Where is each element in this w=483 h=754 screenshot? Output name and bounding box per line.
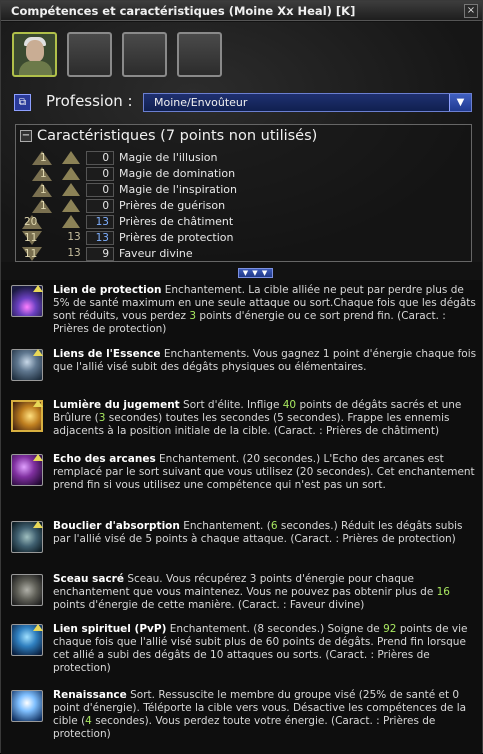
upgrade-icon (33, 349, 43, 356)
attribute-value: 0 (86, 183, 114, 197)
profession-dropdown[interactable]: Moine/Envoûteur ▼ (143, 93, 472, 112)
protective-bond-icon[interactable] (11, 285, 43, 317)
portrait-face (26, 40, 44, 62)
upgrade-icon (33, 624, 43, 631)
skill-item[interactable]: Liens de l'Essence Enchantements. Vous g… (1, 346, 482, 396)
attribute-rank[interactable]: 11 (22, 247, 62, 261)
attribute-row: 1 0 Magie de l'inspiration (16, 182, 471, 198)
skill-item[interactable]: Lien spirituel (PvP) Enchantement. (8 se… (1, 621, 482, 679)
attribute-base: 13 (67, 231, 81, 243)
attribute-name: Magie de domination (119, 167, 236, 180)
skill-description: Echo des arcanes Enchantement. (20 secon… (53, 453, 475, 491)
attribute-value: 13 (86, 215, 114, 229)
attribute-rank[interactable]: 11 (22, 231, 62, 245)
collapse-toggle[interactable]: − (20, 130, 32, 142)
skill-item[interactable]: Bouclier d'absorption Enchantement. (6 s… (1, 518, 482, 564)
skill-item[interactable]: Renaissance Sort. Ressuscite le membre d… (1, 687, 482, 745)
hero-slot-2[interactable] (122, 32, 167, 77)
close-button[interactable]: × (464, 4, 478, 18)
skill-description: Liens de l'Essence Enchantements. Vous g… (53, 348, 477, 373)
expand-button[interactable]: ▼ ▼ ▼ (238, 268, 273, 278)
upgrade-icon (33, 400, 43, 407)
arcane-echo-icon[interactable] (11, 454, 43, 486)
skill-description: Lien spirituel (PvP) Enchantement. (8 se… (53, 623, 468, 674)
profession-selected: Moine/Envoûteur (154, 96, 248, 109)
title-bar[interactable]: Compétences et caractéristiques (Moine X… (1, 1, 482, 21)
attribute-rank[interactable]: 20 (22, 215, 62, 229)
increase-arrow-icon[interactable] (62, 151, 80, 164)
skill-item[interactable]: Echo des arcanes Enchantement. (20 secon… (1, 451, 482, 511)
skill-name: Liens de l'Essence (53, 348, 161, 360)
skill-list: Lien de protection Enchantement. La cibl… (1, 280, 482, 754)
upgrade-icon (33, 521, 43, 528)
skill-name: Bouclier d'absorption (53, 520, 180, 532)
resurrection-icon[interactable] (11, 690, 43, 722)
attribute-row: 20 13 Prières de châtiment (16, 214, 471, 230)
attribute-rank[interactable]: 1 (22, 167, 62, 181)
attribute-value: 0 (86, 151, 114, 165)
shield-icon[interactable] (11, 521, 43, 553)
attribute-value: 9 (86, 247, 114, 261)
upgrade-icon (33, 454, 43, 461)
attribute-rank[interactable]: 1 (22, 183, 62, 197)
attribute-row: 1 0 Magie de l'illusion (16, 150, 471, 166)
skill-item[interactable]: Lumière du jugement Sort d'élite. Inflig… (1, 397, 482, 447)
skill-name: Lien de protection (53, 284, 162, 296)
attribute-base: 13 (67, 247, 81, 259)
attribute-rank[interactable]: 1 (22, 199, 62, 213)
skill-name: Renaissance (53, 689, 127, 701)
skill-description: Lien de protection Enchantement. La cibl… (53, 284, 476, 335)
hero-slot-1[interactable] (67, 32, 112, 77)
upgrade-icon (33, 285, 43, 292)
attribute-name: Prières de protection (119, 231, 234, 244)
holy-veil-icon[interactable] (11, 574, 43, 606)
attribute-name: Prières de guérison (119, 199, 226, 212)
window-title: Compétences et caractéristiques (Moine X… (11, 4, 356, 18)
attribute-value: 0 (86, 167, 114, 181)
attribute-value: 0 (86, 199, 114, 213)
attribute-name: Magie de l'inspiration (119, 183, 237, 196)
increase-arrow-icon[interactable] (62, 215, 80, 228)
skills-window: Compétences et caractéristiques (Moine X… (0, 0, 483, 754)
increase-arrow-icon[interactable] (62, 183, 80, 196)
profession-label: Profession : (46, 92, 133, 110)
skill-item[interactable]: Lien de protection Enchantement. La cibl… (1, 282, 482, 340)
chevron-down-icon[interactable]: ▼ (449, 94, 471, 111)
character-portrait[interactable] (12, 32, 57, 77)
attribute-row: 1 0 Prières de guérison (16, 198, 471, 214)
increase-arrow-icon[interactable] (62, 167, 80, 180)
skill-description: Lumière du jugement Sort d'élite. Inflig… (53, 399, 462, 437)
attributes-header: − Caractéristiques (7 points non utilisé… (20, 128, 317, 144)
hero-portrait-bar (12, 32, 222, 77)
attribute-name: Prières de châtiment (119, 215, 234, 228)
skill-description: Sceau sacré Sceau. Vous récupérez 3 poin… (53, 573, 450, 611)
essence-bond-icon[interactable] (11, 349, 43, 381)
attribute-value: 13 (86, 231, 114, 245)
skill-description: Renaissance Sort. Ressuscite le membre d… (53, 689, 467, 740)
skill-name: Lien spirituel (PvP) (53, 623, 167, 635)
skill-description: Bouclier d'absorption Enchantement. (6 s… (53, 520, 463, 545)
attribute-row: 11 13 9 Faveur divine (16, 246, 471, 262)
skill-item[interactable]: Sceau sacré Sceau. Vous récupérez 3 poin… (1, 571, 482, 617)
attribute-row: 11 13 13 Prières de protection (16, 230, 471, 246)
skill-name: Echo des arcanes (53, 453, 156, 465)
portrait-body (19, 61, 52, 75)
attributes-panel: − Caractéristiques (7 points non utilisé… (15, 124, 472, 262)
hero-slot-3[interactable] (177, 32, 222, 77)
skill-name: Sceau sacré (53, 573, 124, 585)
increase-arrow-icon[interactable] (62, 199, 80, 212)
attribute-row: 1 0 Magie de domination (16, 166, 471, 182)
skill-name: Lumière du jugement (53, 399, 180, 411)
attribute-name: Magie de l'illusion (119, 151, 218, 164)
attribute-name: Faveur divine (119, 247, 193, 260)
judges-insight-icon[interactable] (11, 400, 43, 432)
attributes-title: Caractéristiques (7 points non utilisés) (37, 128, 318, 144)
profession-icon: ⧉ (14, 94, 31, 111)
spirit-bond-icon[interactable] (11, 624, 43, 656)
attribute-rank[interactable]: 1 (22, 151, 62, 165)
